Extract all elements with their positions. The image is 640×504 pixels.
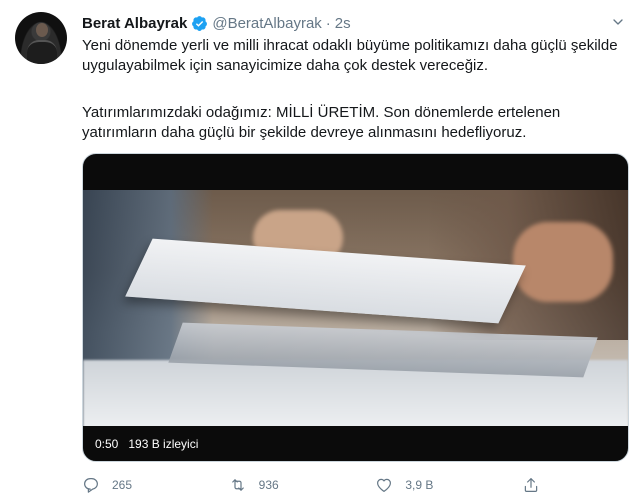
video-frame	[83, 190, 628, 426]
tweet-text-paragraph-1: Yeni dönemde yerli ve milli ihracat odak…	[82, 37, 618, 74]
reply-count: 265	[112, 478, 133, 492]
reply-icon	[84, 478, 98, 493]
retweet-button[interactable]: 936	[229, 476, 376, 494]
chevron-down-icon[interactable]	[610, 14, 626, 30]
retweet-count: 936	[258, 478, 279, 492]
video-player[interactable]: 0:50 193 B izleyici	[82, 153, 629, 462]
author-name[interactable]: Berat Albayrak	[82, 15, 187, 32]
tweet-actions: 265 936 3,9 B	[82, 474, 552, 496]
avatar-face	[36, 23, 48, 37]
video-overlay: 0:50 193 B izleyici	[95, 437, 198, 451]
reply-button[interactable]: 265	[82, 476, 229, 494]
tweet-text-paragraph-2: Yatırımlarımızdaki odağımız: MİLLİ ÜRETİ…	[82, 104, 561, 141]
verified-icon	[192, 15, 208, 31]
avatar[interactable]	[15, 12, 67, 64]
retweet-icon	[231, 479, 244, 491]
like-count: 3,9 B	[405, 478, 434, 492]
like-icon	[377, 478, 392, 492]
share-button[interactable]	[522, 476, 552, 494]
author-handle[interactable]: @BeratAlbayrak	[212, 15, 321, 32]
video-views: 193 B izleyici	[128, 437, 199, 451]
video-duration: 0:50	[95, 437, 119, 451]
avatar-body	[27, 40, 57, 64]
video-hand-right	[513, 222, 613, 302]
share-icon	[524, 478, 538, 492]
tweet-time[interactable]: 2s	[335, 15, 351, 32]
tweet[interactable]: Berat Albayrak @BeratAlbayrak · 2s Yeni …	[0, 0, 640, 504]
like-button[interactable]: 3,9 B	[375, 476, 522, 494]
tweet-header: Berat Albayrak @BeratAlbayrak · 2s	[82, 13, 351, 33]
separator-dot: ·	[325, 14, 331, 32]
